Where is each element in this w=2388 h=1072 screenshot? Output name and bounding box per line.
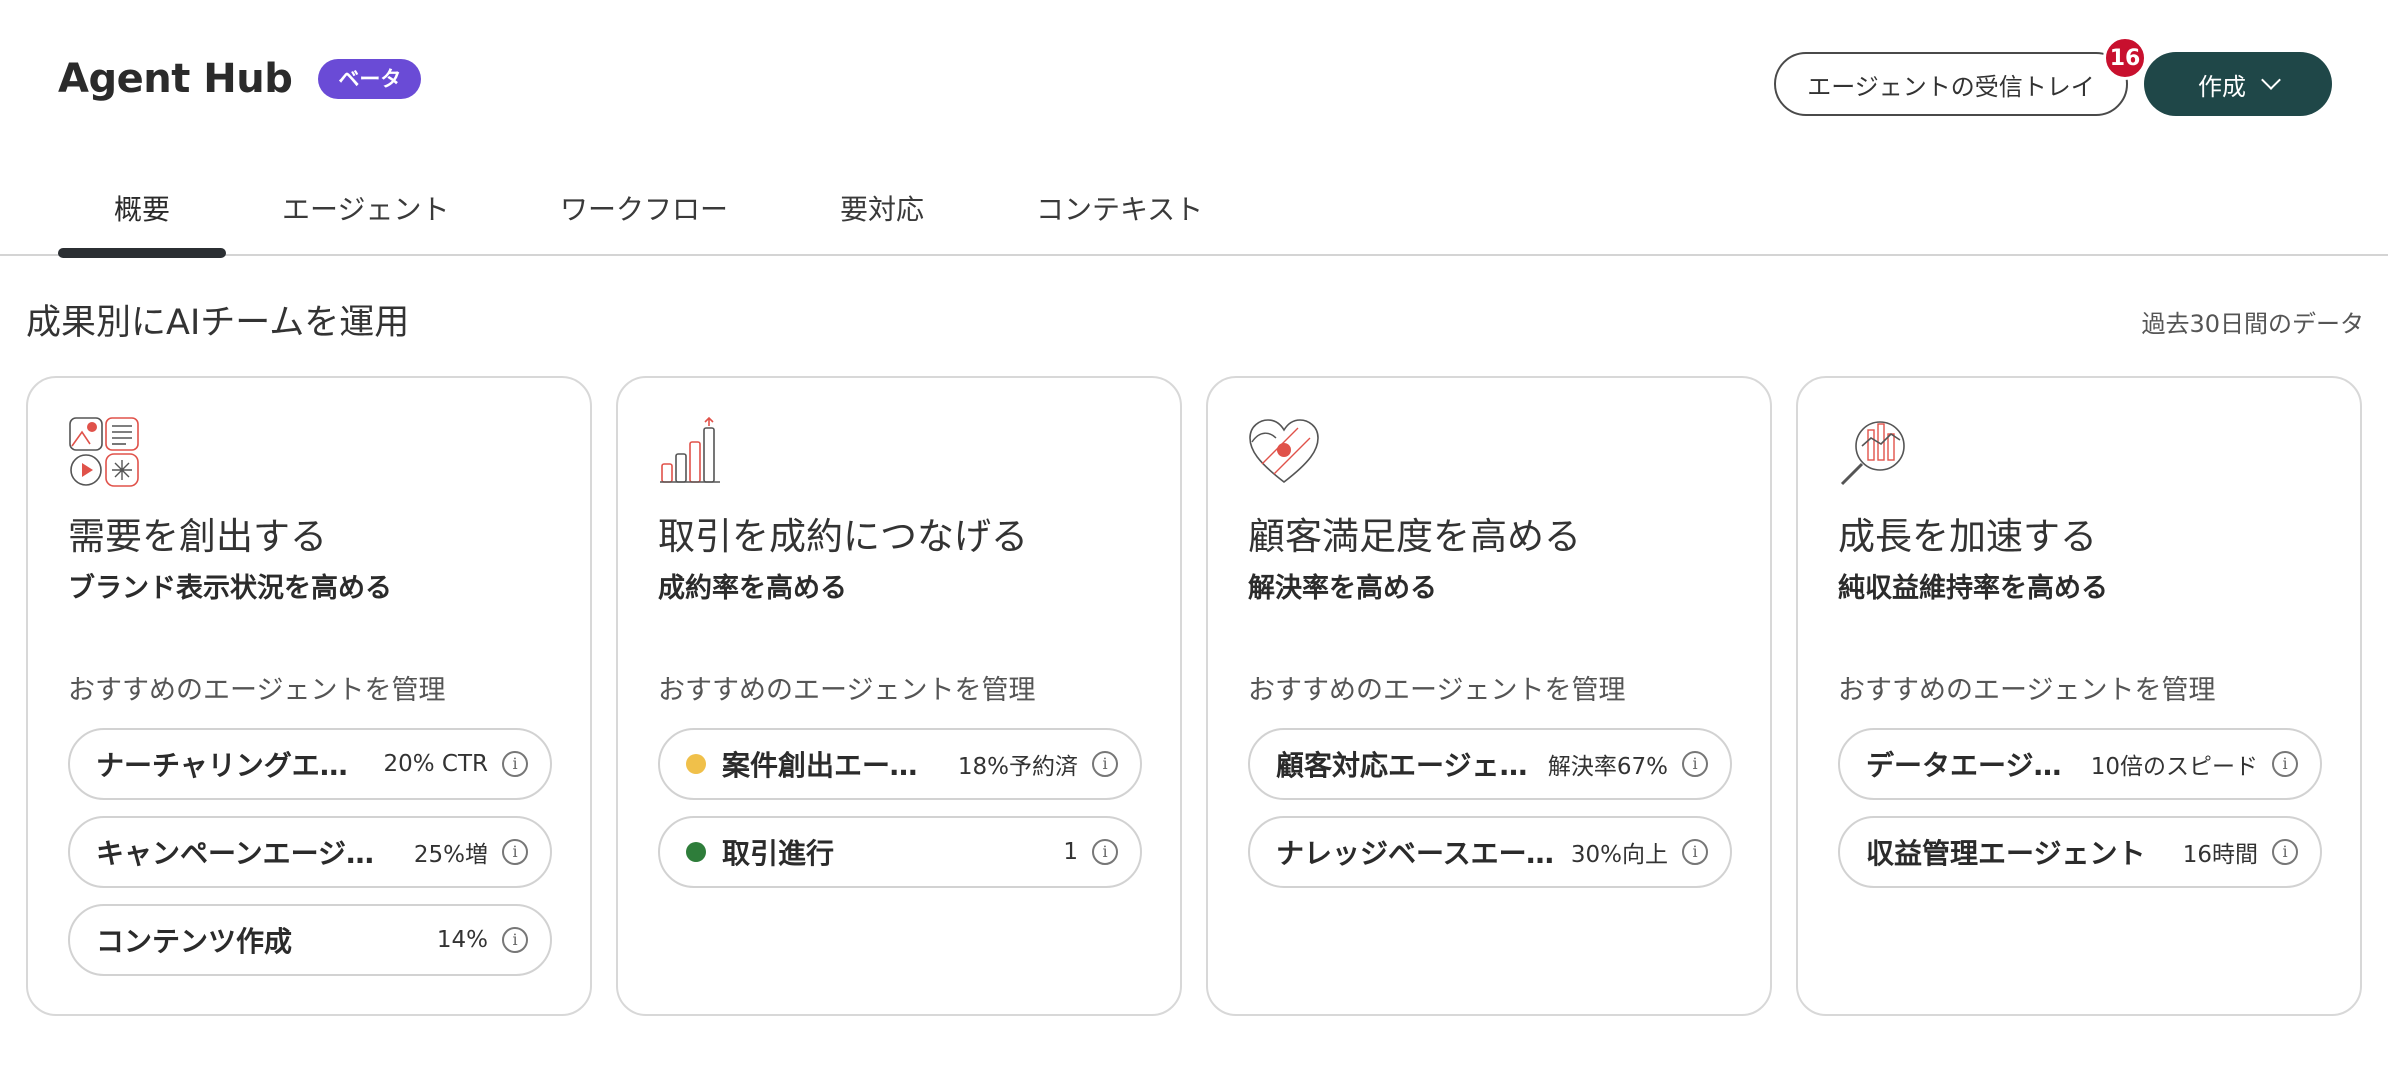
card-manage-label: おすすめのエージェントを管理 xyxy=(1838,675,2216,706)
agent-metric: 16時間 xyxy=(2182,842,2258,868)
agent-metric: 25%増 xyxy=(413,842,488,868)
agent-pill-deal-progress[interactable]: 取引進行 1 i xyxy=(658,816,1142,888)
tab-workflows[interactable]: ワークフロー xyxy=(560,188,728,228)
agent-metric: 14% xyxy=(436,927,488,953)
info-icon[interactable]: i xyxy=(1092,839,1118,865)
agent-pill-customer-service[interactable]: 顧客対応エージェント 解決率67% i xyxy=(1248,728,1732,800)
agent-pill-data[interactable]: データエージェント 10倍のスピード i xyxy=(1838,728,2322,800)
agent-metric: 10倍のスピード xyxy=(2090,754,2258,780)
agent-name: キャンペーンエージェント xyxy=(96,837,400,870)
info-icon[interactable]: i xyxy=(502,927,528,953)
agent-pill-nurturing[interactable]: ナーチャリングエージェント 20% CTR i xyxy=(68,728,552,800)
card-manage-label: おすすめのエージェントを管理 xyxy=(1248,675,1626,706)
magnifier-chart-icon xyxy=(1840,421,1905,486)
agent-name: 案件創出エージェント xyxy=(722,749,944,782)
agent-pill-revenue-management[interactable]: 収益管理エージェント 16時間 i xyxy=(1838,816,2322,888)
page-title: Agent Hub xyxy=(58,56,293,102)
card-manage-label: おすすめのエージェントを管理 xyxy=(658,675,1036,706)
agent-pill-prospecting[interactable]: 案件創出エージェント 18%予約済 i xyxy=(658,728,1142,800)
outcome-card-growth: 成長を加速する 純収益維持率を高める おすすめのエージェントを管理 データエージ… xyxy=(1796,376,2362,1016)
heart-satisfaction-icon xyxy=(1249,419,1319,484)
active-tab-indicator xyxy=(58,248,226,258)
section-title: 成果別にAIチームを運用 xyxy=(26,303,410,343)
header: Agent Hub ベータ エージェントの受信トレイ 16 作成 xyxy=(0,0,2388,160)
chevron-down-icon xyxy=(2261,70,2281,90)
tab-overview[interactable]: 概要 xyxy=(114,188,170,228)
tab-bar: 概要 エージェント ワークフロー 要対応 コンテキスト xyxy=(0,160,2388,258)
agent-name: 顧客対応エージェント xyxy=(1276,749,1534,782)
agent-pill-campaign[interactable]: キャンペーンエージェント 25%増 i xyxy=(68,816,552,888)
agent-metric: 20% CTR xyxy=(383,751,488,777)
agent-name: 取引進行 xyxy=(722,837,835,870)
agent-metric: 1 xyxy=(1063,839,1078,865)
brand: Agent Hub ベータ xyxy=(58,56,422,102)
info-icon[interactable]: i xyxy=(1682,751,1708,777)
demand-icon xyxy=(69,417,139,487)
info-icon[interactable]: i xyxy=(1092,751,1118,777)
card-subtitle: 解決率を高める xyxy=(1248,573,1437,604)
card-subtitle: 成約率を高める xyxy=(658,573,847,604)
agent-name: コンテンツ作成 xyxy=(96,925,293,958)
agent-inbox-button[interactable]: エージェントの受信トレイ xyxy=(1774,52,2128,116)
agent-hub-app: Agent Hub ベータ エージェントの受信トレイ 16 作成 概要 エージェ… xyxy=(0,0,2388,1072)
card-subtitle: 純収益維持率を高める xyxy=(1838,573,2108,604)
create-button[interactable]: 作成 xyxy=(2144,52,2332,116)
card-title: 顧客満足度を高める xyxy=(1248,515,1581,558)
card-manage-label: おすすめのエージェントを管理 xyxy=(68,675,446,706)
agent-name: ナレッジベースエージェント xyxy=(1276,837,1557,870)
agent-name: 収益管理エージェント xyxy=(1866,837,2146,870)
data-range-note: 過去30日間のデータ xyxy=(2141,310,2364,338)
create-button-label: 作成 xyxy=(2198,72,2246,101)
tab-agents[interactable]: エージェント xyxy=(282,188,449,228)
agent-name: データエージェント xyxy=(1866,749,2077,782)
outcome-card-deals: 取引を成約につなげる 成約率を高める おすすめのエージェントを管理 案件創出エー… xyxy=(616,376,1182,1016)
agent-name: ナーチャリングエージェント xyxy=(96,749,369,782)
agent-pill-knowledge-base[interactable]: ナレッジベースエージェント 30%向上 i xyxy=(1248,816,1732,888)
agent-metric: 30%向上 xyxy=(1570,842,1668,868)
card-title: 成長を加速する xyxy=(1838,515,2097,558)
agent-metric: 18%予約済 xyxy=(957,754,1078,780)
bar-growth-icon xyxy=(660,416,720,483)
info-icon[interactable]: i xyxy=(2272,751,2298,777)
inbox-count-badge: 16 xyxy=(2103,36,2147,80)
tab-action-required[interactable]: 要対応 xyxy=(840,188,924,228)
info-icon[interactable]: i xyxy=(1682,839,1708,865)
agent-metric: 解決率67% xyxy=(1547,754,1668,780)
outcome-card-satisfaction: 顧客満足度を高める 解決率を高める おすすめのエージェントを管理 顧客対応エージ… xyxy=(1206,376,1772,1016)
info-icon[interactable]: i xyxy=(502,751,528,777)
status-dot xyxy=(686,842,706,862)
outcome-card-demand: 需要を創出する ブランド表示状況を高める おすすめのエージェントを管理 ナーチャ… xyxy=(26,376,592,1016)
status-dot xyxy=(686,754,706,774)
agent-pill-content-creation[interactable]: コンテンツ作成 14% i xyxy=(68,904,552,976)
tab-context[interactable]: コンテキスト xyxy=(1036,188,1203,228)
info-icon[interactable]: i xyxy=(502,839,528,865)
card-title: 需要を創出する xyxy=(68,515,327,558)
card-subtitle: ブランド表示状況を高める xyxy=(68,573,392,604)
card-title: 取引を成約につなげる xyxy=(658,515,1028,558)
beta-badge: ベータ xyxy=(318,59,422,99)
info-icon[interactable]: i xyxy=(2272,839,2298,865)
